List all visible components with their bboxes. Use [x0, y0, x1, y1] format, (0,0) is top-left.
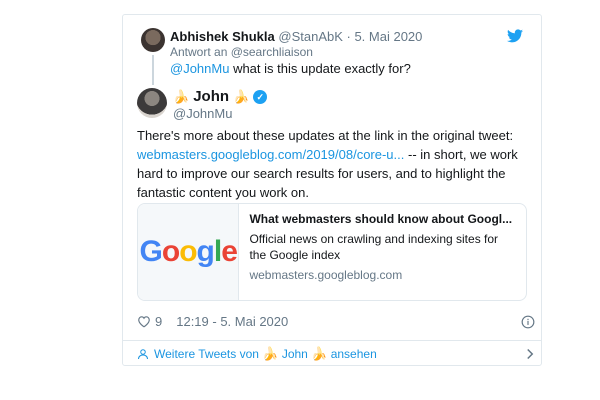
- more-tweets-link[interactable]: Weitere Tweets von 🍌 John 🍌 ansehen: [137, 346, 535, 362]
- main-author-row[interactable]: 🍌 John 🍌 ✓: [173, 88, 268, 105]
- banana-emoji: 🍌: [311, 346, 328, 361]
- like-count[interactable]: 9: [155, 314, 162, 329]
- thread-line: [152, 55, 154, 85]
- parent-avatar[interactable]: [141, 28, 165, 52]
- embedded-tweet: Abhishek Shukla @StanAbK · 5. Mai 2020 A…: [122, 14, 542, 366]
- banana-emoji: 🍌: [233, 88, 250, 104]
- more-tweets-name: John: [281, 347, 308, 361]
- banana-emoji: 🍌: [262, 346, 279, 361]
- parent-tweet-body: what is this update exactly for?: [229, 61, 411, 76]
- link-card-domain: webmasters.googleblog.com: [249, 268, 403, 282]
- more-tweets-suffix: ansehen: [327, 347, 377, 361]
- main-author-handle[interactable]: @JohnMu: [173, 106, 232, 121]
- mention-link[interactable]: @JohnMu: [170, 61, 229, 76]
- parent-author-handle[interactable]: @StanAbK: [278, 29, 343, 44]
- parent-tweet-text: @JohnMu what is this update exactly for?: [170, 61, 411, 76]
- tweet-timestamp[interactable]: 12:19 - 5. Mai 2020: [176, 314, 288, 329]
- parent-header: Abhishek Shukla @StanAbK · 5. Mai 2020: [170, 29, 422, 44]
- parent-date[interactable]: 5. Mai 2020: [354, 29, 422, 44]
- tweet-text: There's more about these updates at the …: [137, 126, 537, 202]
- info-icon[interactable]: [521, 315, 535, 329]
- twitter-bird-icon[interactable]: [507, 29, 523, 43]
- main-author-name[interactable]: John: [193, 88, 229, 105]
- more-tweets-label: Weitere Tweets von 🍌 John 🍌 ansehen: [154, 346, 377, 362]
- link-card-title: What webmasters should know about Googl.…: [249, 212, 513, 226]
- link-thumbnail: Google: [138, 204, 240, 300]
- link-card-body: What webmasters should know about Googl.…: [239, 204, 526, 300]
- person-icon: [138, 349, 148, 360]
- banana-emoji: 🍌: [173, 88, 190, 104]
- parent-author-name[interactable]: Abhishek Shukla: [170, 29, 275, 44]
- main-avatar[interactable]: [137, 88, 167, 118]
- parent-separator: ·: [342, 29, 355, 44]
- link-card-description: Official news on crawling and indexing s…: [249, 232, 499, 262]
- reply-to-label: Antwort an @searchliaison: [170, 45, 313, 59]
- divider: [123, 340, 541, 341]
- verified-icon: ✓: [253, 89, 268, 104]
- chevron-right-icon[interactable]: [525, 348, 535, 360]
- google-logo: Google: [139, 235, 238, 268]
- tweet-text-part1: There's more about these updates at the …: [137, 128, 514, 143]
- heart-icon[interactable]: [137, 315, 151, 328]
- link-preview-card[interactable]: Google What webmasters should know about…: [137, 203, 527, 301]
- tweet-meta-row: 9 12:19 - 5. Mai 2020: [137, 314, 535, 329]
- more-tweets-prefix: Weitere Tweets von: [154, 347, 263, 361]
- tweet-link[interactable]: webmasters.googleblog.com/2019/08/core-u…: [137, 147, 404, 162]
